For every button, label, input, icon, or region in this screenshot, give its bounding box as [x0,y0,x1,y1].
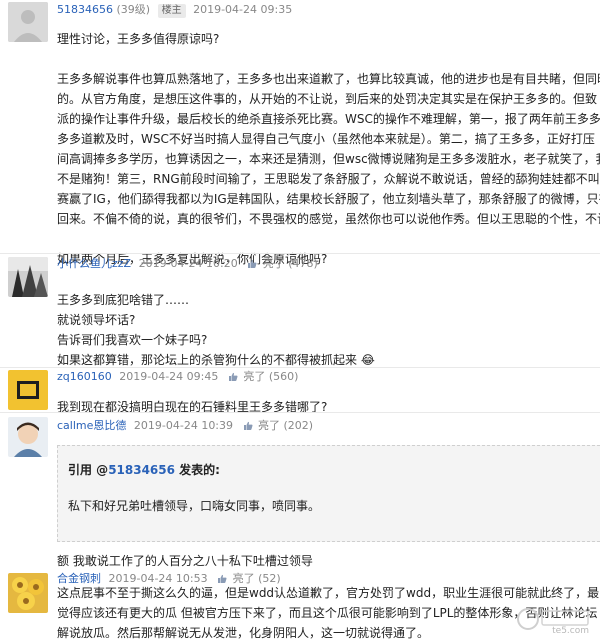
avatar[interactable] [8,257,48,297]
post-meta: zq160160 2019-04-24 09:45 亮了 (560) [57,368,298,384]
thumb-up-icon[interactable] [228,372,238,381]
like-label[interactable]: 亮了 [243,370,265,383]
post-meta: 小什么鱼儿zzZ 2019-04-24 10:20 亮了 (478) [57,255,318,271]
thumb-up-icon[interactable] [243,421,253,430]
quote-suffix: 发表的: [174,463,220,477]
paragraph: 额 我敢说工作了的人百分之八十私下吐槽过领导 [57,554,313,568]
like-label[interactable]: 亮了 [258,419,280,432]
thumb-up-icon[interactable] [247,259,257,268]
paragraph: 王多多解说事件也算瓜熟落地了，王多多也出来道歉了，也算比较真诚，他的进步也是有目… [57,72,600,86]
username-link[interactable]: 51834656 [57,3,113,16]
post-body: 我到现在都没搞明白现在的石锤料里王多多错哪了? [57,397,327,417]
quote-body: 私下和好兄弟吐槽领导，口嗨女同事，喷同事。 [68,499,321,513]
avatar[interactable] [8,573,48,613]
paragraph: 理性讨论，王多多值得原谅吗? [57,32,220,46]
like-label[interactable]: 亮了 [263,257,285,270]
site-watermark: te5.com [514,606,594,636]
post-meta: 51834656 (39级) 楼主 2019-04-24 09:35 [57,1,292,18]
post-body: 理性讨论，王多多值得原谅吗? 王多多解说事件也算瓜熟落地了，王多多也出来道歉了，… [57,29,600,269]
paragraph: 间高调捧多多学历，也算诱因之一，本来还是猜测，但wsc微博说赌狗是王多多泼脏水，… [57,152,600,166]
watermark-text: te5.com [552,626,589,636]
user-level: (39级) [116,3,151,16]
post-time: 2019-04-24 10:20 [138,257,238,270]
user-photo-icon [8,417,48,457]
quoted-user-link[interactable]: 51834656 [108,463,175,477]
like-count: (202) [283,419,314,432]
user-photo-icon [8,573,48,613]
post-body: 额 我敢说工作了的人百分之八十私下吐槽过领导 [57,551,313,571]
op-badge: 楼主 [157,4,186,18]
quote-header: 引用 @51834656 发表的: [68,461,220,478]
paragraph: 派的操作让事件升级，最后校长的绝杀直接杀死比赛。WSC的操作不难理解，第一，报了… [57,112,600,126]
avatar[interactable] [8,417,48,457]
like-count: (478) [288,257,318,270]
like-count: (560) [268,370,299,383]
paragraph: 多多道歉及时，WSC不好当时搞人显得自己气度小（虽然他本来就是）。第二，搞了王多… [57,132,595,146]
paragraph: 王多多到底犯啥错了…… [57,293,190,307]
paragraph: 的。从官方角度，是想压这件事的，从开始的不让说，到后来的处罚决定其实是在保护王多… [57,92,598,106]
username-link[interactable]: callme恩比德 [57,419,126,432]
thumb-up-icon[interactable] [217,574,227,583]
quote-prefix: 引用 @ [68,463,109,477]
post-time: 2019-04-24 10:39 [133,419,234,432]
paragraph: 不是赌狗！第三，RNG前段时间输了，王思聪发了条舒服了，众解说不敢说话，曾经的舔… [57,172,600,186]
paragraph: 赛赢了IG，他们舔得我都以为IG是韩国队，结果校长舒服了，他立刻墙头草了，那条舒… [57,192,600,206]
divider [0,253,600,254]
quote-block: 引用 @51834656 发表的: 私下和好兄弟吐槽领导，口嗨女同事，喷同事。 [57,445,600,542]
paragraph: 这点屁事不至于撕这么久的逼，但是wdd认怂道歉了，官方处罚了wdd，职业生涯很可… [57,586,600,600]
paragraph: 就说领导坏话? [57,313,136,327]
post-body: 王多多到底犯啥错了…… 就说领导坏话? 告诉哥们我喜欢一个妹子吗? 如果这都算错… [57,290,375,370]
post-meta: callme恩比德 2019-04-24 10:39 亮了 (202) [57,417,313,433]
username-link[interactable]: 小什么鱼儿zzZ [57,257,131,270]
avatar[interactable] [8,370,48,410]
user-logo-icon [8,370,48,410]
user-photo-icon [8,257,48,297]
paragraph: 回来。不偏不倚的说，真的很爷们，不畏强权的感觉，虽然你也可以说他作秀。但以王思聪… [57,212,600,226]
paragraph: 我到现在都没搞明白现在的石锤料里王多多错哪了? [57,400,328,414]
post-time: 2019-04-24 09:45 [119,370,219,383]
post-time: 2019-04-24 09:35 [193,3,293,16]
avatar[interactable] [8,2,48,42]
divider [0,412,600,413]
paragraph: 告诉哥们我喜欢一个妹子吗? [57,333,208,347]
default-avatar-icon [8,2,48,42]
username-link[interactable]: zq160160 [57,370,112,383]
